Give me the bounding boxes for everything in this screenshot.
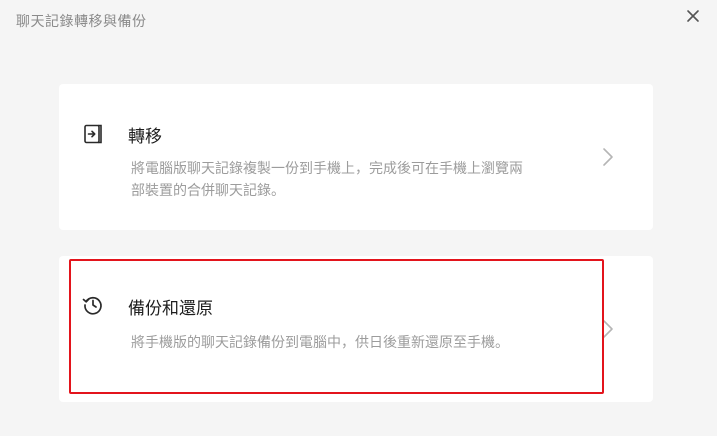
- backup-restore-option-card[interactable]: 備份和還原 將手機版的聊天記錄備份到電腦中，供日後重新還原至手機。: [59, 256, 653, 402]
- backup-restore-option-title: 備份和還原: [128, 299, 213, 319]
- chevron-right-icon: [603, 148, 613, 166]
- close-button[interactable]: [683, 6, 703, 26]
- transfer-option-description: 將電腦版聊天記錄複製一份到手機上，完成後可在手機上瀏覽兩部裝置的合併聊天記錄。: [131, 161, 523, 199]
- chevron-right-icon: [603, 320, 613, 338]
- transfer-option-card[interactable]: 轉移 將電腦版聊天記錄複製一份到手機上，完成後可在手機上瀏覽兩部裝置的合併聊天記…: [59, 84, 653, 230]
- dialog-title: 聊天記錄轉移與備份: [16, 14, 147, 30]
- backup-restore-option-description: 將手機版的聊天記錄備份到電腦中，供日後重新還原至手機。: [131, 335, 509, 351]
- transfer-option-title: 轉移: [128, 127, 162, 147]
- transfer-icon: [84, 124, 102, 144]
- close-icon: [687, 10, 699, 22]
- history-restore-icon: [82, 296, 102, 315]
